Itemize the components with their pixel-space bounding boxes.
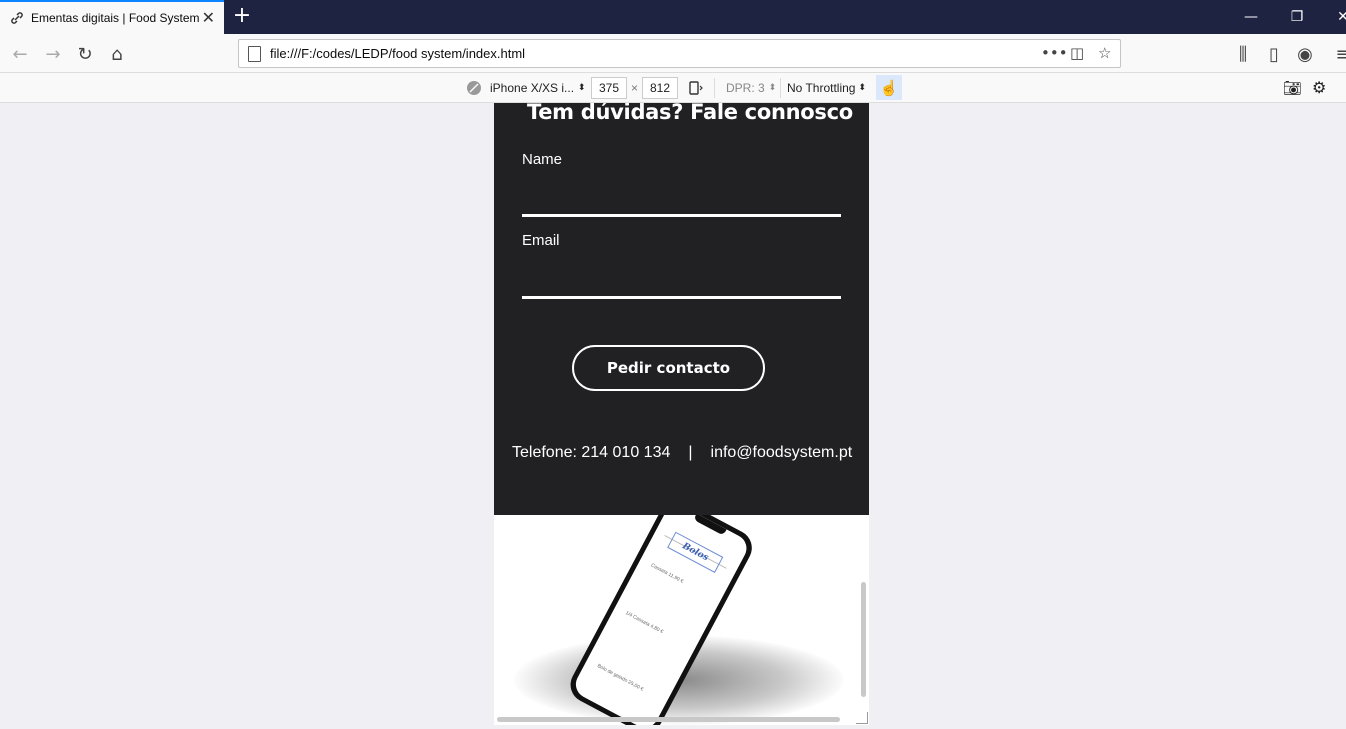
home-icon[interactable]: ⌂	[104, 41, 130, 67]
page-actions-icon[interactable]: •••	[1041, 44, 1068, 62]
rotate-icon[interactable]	[688, 73, 704, 102]
contact-section: Tem dúvidas? Fale connosco Name Email Pe…	[494, 103, 869, 515]
dropdown-arrow-icon: ⬍	[768, 82, 777, 92]
gear-icon[interactable]: ⚙	[1312, 73, 1326, 102]
close-tab-icon[interactable]: ✕	[202, 8, 215, 27]
pocket-icon[interactable]: ◫	[1070, 44, 1084, 62]
request-contact-button[interactable]: Pedir contacto	[572, 345, 765, 391]
toolbar-divider	[780, 78, 781, 98]
navigation-toolbar: ← → ↻ ⌂ file:///F:/codes/LEDP/food syste…	[0, 34, 1346, 73]
back-button[interactable]: ←	[7, 41, 33, 67]
menu-item: 1/4 Cassata 4,80 €	[624, 610, 665, 636]
device-label: iPhone X/XS i...	[490, 80, 575, 95]
device-selector[interactable]: iPhone X/XS i... ⬍	[490, 73, 586, 102]
menu-item: Bolo de gelado 25,00 €	[596, 663, 645, 693]
touch-simulation-icon[interactable]: ☝	[876, 75, 902, 100]
dropdown-arrow-icon: ⬍	[578, 82, 586, 92]
library-icon[interactable]: ⫼	[1230, 41, 1256, 67]
viewport-resize-handle[interactable]	[856, 712, 868, 724]
contact-heading: Tem dúvidas? Fale connosco	[527, 103, 853, 124]
bookmark-star-icon[interactable]: ☆	[1098, 44, 1111, 62]
email-label: Email	[522, 232, 560, 249]
tab-title: Ementas digitais | Food System	[31, 11, 200, 25]
dpr-label: DPR: 3	[726, 80, 765, 95]
name-input[interactable]	[522, 183, 841, 217]
browser-tab-active[interactable]: Ementas digitais | Food System ✕	[0, 0, 224, 34]
reload-button[interactable]: ↻	[72, 41, 98, 67]
menu-item: Cassata 11,90 €	[649, 562, 685, 585]
viewport-width-input[interactable]: 375	[591, 77, 627, 99]
device-viewport: Tem dúvidas? Fale connosco Name Email Pe…	[494, 103, 869, 725]
page-icon	[248, 46, 261, 62]
dimension-separator: ×	[631, 80, 639, 95]
restore-button[interactable]: ❐	[1274, 0, 1320, 34]
toolbar-divider	[714, 78, 715, 98]
link-icon	[9, 10, 25, 26]
account-icon[interactable]: ◉	[1292, 41, 1318, 67]
dpr-selector[interactable]: DPR: 3 ⬍	[726, 73, 776, 102]
throttling-label: No Throttling	[787, 80, 856, 95]
contact-info: Telefone: 214 010 134 | info@foodsystem.pt	[512, 444, 852, 462]
phone-mockup-section: Bolos Cassata 11,90 € 1/4 Cassata 4,80 €…	[494, 515, 869, 725]
email-input[interactable]	[522, 265, 841, 299]
phone-text: Telefone: 214 010 134	[512, 444, 671, 461]
menu-icon[interactable]: ≡	[1330, 41, 1346, 67]
viewport-height-input[interactable]: 812	[642, 77, 678, 99]
minimize-button[interactable]: —	[1228, 0, 1274, 34]
tab-strip: Ementas digitais | Food System ✕ + — ❐ ✕	[0, 0, 1346, 34]
menu-title: Bolos	[667, 531, 724, 573]
sidebar-icon[interactable]: ▯	[1261, 41, 1287, 67]
disable-icon	[466, 73, 482, 102]
forward-button[interactable]: →	[40, 41, 66, 67]
url-bar[interactable]: file:///F:/codes/LEDP/food system/index.…	[238, 39, 1121, 68]
url-text[interactable]: file:///F:/codes/LEDP/food system/index.…	[270, 46, 525, 61]
camera-icon[interactable]: 📷︎	[1283, 73, 1302, 102]
new-tab-button[interactable]: +	[230, 4, 254, 28]
responsive-design-toolbar: iPhone X/XS i... ⬍ 375 × 812 DPR: 3 ⬍ No…	[0, 73, 1346, 103]
throttling-selector[interactable]: No Throttling ⬍	[787, 73, 866, 102]
phone-notch	[693, 515, 727, 536]
bottom-edge	[0, 725, 1346, 729]
dropdown-arrow-icon: ⬍	[858, 82, 867, 92]
email-link[interactable]: info@foodsystem.pt	[711, 444, 853, 461]
close-window-button[interactable]: ✕	[1320, 0, 1346, 34]
horizontal-scrollbar[interactable]	[497, 717, 840, 722]
vertical-scrollbar[interactable]	[861, 582, 866, 697]
contact-divider: |	[688, 444, 693, 461]
name-label: Name	[522, 151, 563, 168]
